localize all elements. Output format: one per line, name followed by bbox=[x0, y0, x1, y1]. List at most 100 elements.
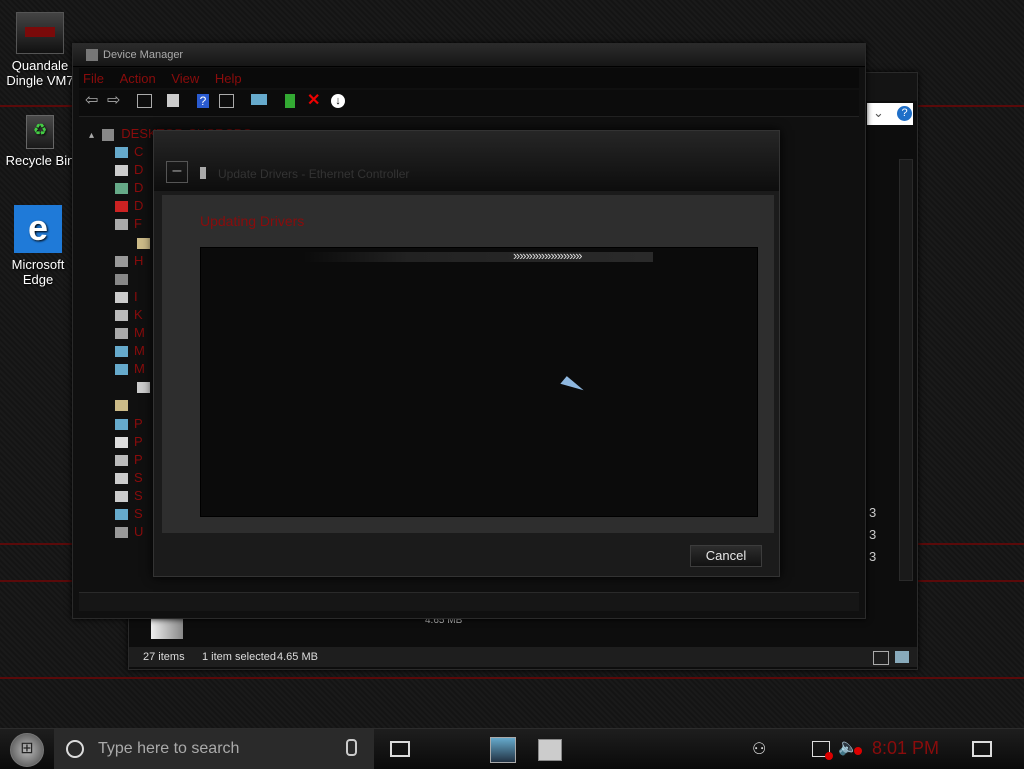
desktop-icon-label: Dingle VM7 bbox=[6, 73, 74, 88]
tree-item[interactable] bbox=[115, 397, 134, 415]
tree-item[interactable]: D bbox=[115, 180, 143, 198]
clock[interactable]: 8:01 PM bbox=[872, 738, 939, 759]
update-driver-icon[interactable]: ↓ bbox=[331, 94, 345, 108]
tree-item[interactable]: I bbox=[115, 289, 138, 307]
volume-muted-icon[interactable]: 🔈 bbox=[838, 737, 862, 757]
tree-item[interactable]: S bbox=[115, 470, 143, 488]
desktop-icon-label: Recycle Bin bbox=[5, 153, 75, 168]
tree-item[interactable]: M bbox=[115, 343, 145, 361]
task-view-icon[interactable] bbox=[390, 741, 410, 757]
add-driver-icon[interactable] bbox=[285, 94, 295, 108]
action-pane-icon[interactable] bbox=[219, 94, 234, 108]
people-icon[interactable]: ⚇ bbox=[752, 739, 766, 759]
details-view-icon[interactable] bbox=[873, 651, 889, 665]
tree-item[interactable]: M bbox=[115, 361, 145, 379]
menu-bar: File Action View Help bbox=[79, 68, 859, 88]
device-icon bbox=[115, 509, 128, 521]
device-icon bbox=[115, 219, 128, 231]
dialog-body: Updating Drivers »»»»»»»»»»» bbox=[162, 195, 774, 533]
file-thumbnail[interactable] bbox=[151, 619, 183, 639]
tree-item[interactable]: S bbox=[115, 488, 143, 506]
device-icon bbox=[115, 291, 128, 303]
tree-item[interactable]: H bbox=[115, 253, 143, 271]
explorer-search-box[interactable]: ⌄ ? bbox=[867, 103, 913, 125]
tree-item[interactable]: D bbox=[115, 162, 143, 180]
microphone-icon[interactable] bbox=[346, 739, 357, 756]
tree-item[interactable]: M bbox=[115, 325, 145, 343]
tree-item-label: P bbox=[134, 433, 143, 449]
dialog-titlebar[interactable]: – Update Drivers - Ethernet Controller bbox=[154, 131, 779, 191]
device-icon bbox=[137, 382, 150, 394]
tree-item-label: D bbox=[134, 198, 144, 214]
tree-item-label: S bbox=[134, 469, 143, 485]
device-icon bbox=[115, 255, 128, 267]
cursor-icon bbox=[560, 376, 584, 398]
tree-item[interactable]: S bbox=[115, 506, 143, 524]
menu-file[interactable]: File bbox=[83, 71, 104, 86]
tree-item-label: P bbox=[134, 451, 143, 467]
device-icon bbox=[115, 472, 128, 484]
progress-indicator: »»»»»»»»»»» bbox=[513, 248, 583, 263]
tree-item[interactable]: C bbox=[115, 144, 143, 162]
device-icon bbox=[115, 273, 128, 285]
tree-item-label: U bbox=[134, 524, 144, 540]
size-cell: 3 bbox=[869, 549, 877, 564]
size-cell: 3 bbox=[869, 505, 877, 520]
computer-icon bbox=[101, 128, 114, 141]
help-icon[interactable]: ? bbox=[897, 106, 912, 121]
tree-item[interactable]: P bbox=[115, 416, 143, 434]
network-icon[interactable] bbox=[812, 741, 833, 760]
dialog-heading: Updating Drivers bbox=[200, 213, 305, 229]
device-icon bbox=[115, 183, 128, 195]
cancel-button[interactable]: Cancel bbox=[690, 545, 762, 567]
device-icon bbox=[115, 454, 128, 466]
device-icon bbox=[115, 400, 128, 412]
tree-item[interactable]: K bbox=[115, 307, 143, 325]
explorer-scrollbar[interactable] bbox=[899, 159, 913, 581]
forward-arrow-icon[interactable]: ⇨ bbox=[107, 93, 123, 110]
update-drivers-dialog: – Update Drivers - Ethernet Controller U… bbox=[153, 130, 780, 577]
tree-item-label: M bbox=[134, 343, 145, 359]
tree-item-label: M bbox=[134, 325, 145, 340]
menu-help[interactable]: Help bbox=[215, 71, 242, 86]
notification-icon[interactable] bbox=[972, 741, 992, 757]
show-hidden-icon[interactable] bbox=[167, 94, 179, 107]
tree-item[interactable]: P bbox=[115, 434, 143, 452]
desktop-icon-recycle-bin[interactable]: ♻ Recycle Bin bbox=[2, 115, 78, 168]
tree-item[interactable]: F bbox=[115, 216, 142, 234]
search-box[interactable]: Type here to search bbox=[54, 729, 374, 769]
tree-item-label: D bbox=[134, 162, 144, 178]
tree-item[interactable]: D bbox=[115, 198, 143, 216]
monitor-icon[interactable] bbox=[251, 94, 267, 105]
help-icon[interactable]: ? bbox=[197, 94, 209, 108]
menu-view[interactable]: View bbox=[171, 71, 199, 86]
status-selected: 1 item selected bbox=[202, 651, 276, 663]
minimize-icon[interactable]: – bbox=[166, 161, 188, 183]
tiles-view-icon[interactable] bbox=[895, 651, 909, 663]
desktop-icon-label: Microsoft bbox=[11, 257, 65, 272]
properties-icon[interactable] bbox=[137, 94, 152, 108]
size-cell: 3 bbox=[869, 527, 877, 542]
device-icon bbox=[115, 418, 128, 430]
titlebar[interactable]: Device Manager bbox=[73, 44, 865, 67]
chevron-down-icon[interactable]: ⌄ bbox=[873, 105, 884, 121]
menu-action[interactable]: Action bbox=[120, 71, 156, 86]
start-button[interactable]: ⊞ bbox=[10, 733, 44, 767]
dialog-title: Update Drivers - Ethernet Controller bbox=[218, 167, 410, 181]
tree-item-label: P bbox=[134, 415, 143, 431]
taskbar-explorer-icon[interactable] bbox=[538, 739, 562, 761]
tree-item[interactable]: U bbox=[115, 524, 143, 542]
search-placeholder: Type here to search bbox=[98, 740, 240, 757]
taskbar-device-manager-icon[interactable] bbox=[490, 737, 516, 763]
back-arrow-icon[interactable]: ⇦ bbox=[85, 93, 101, 110]
desktop-icon-edge[interactable]: e Microsoft Edge bbox=[0, 205, 76, 287]
tree-item-label: H bbox=[134, 252, 144, 268]
tree-item[interactable] bbox=[115, 271, 134, 289]
tree-item-label: S bbox=[134, 506, 143, 521]
tree-item[interactable]: P bbox=[115, 452, 143, 470]
device-manager-statusbar bbox=[79, 592, 859, 611]
size-column: 3 3 3 bbox=[869, 505, 879, 571]
uninstall-icon[interactable]: ✕ bbox=[307, 93, 323, 110]
desktop-icon-quandale[interactable]: Quandale Dingle VM7 bbox=[2, 12, 78, 88]
device-icon bbox=[115, 364, 128, 376]
